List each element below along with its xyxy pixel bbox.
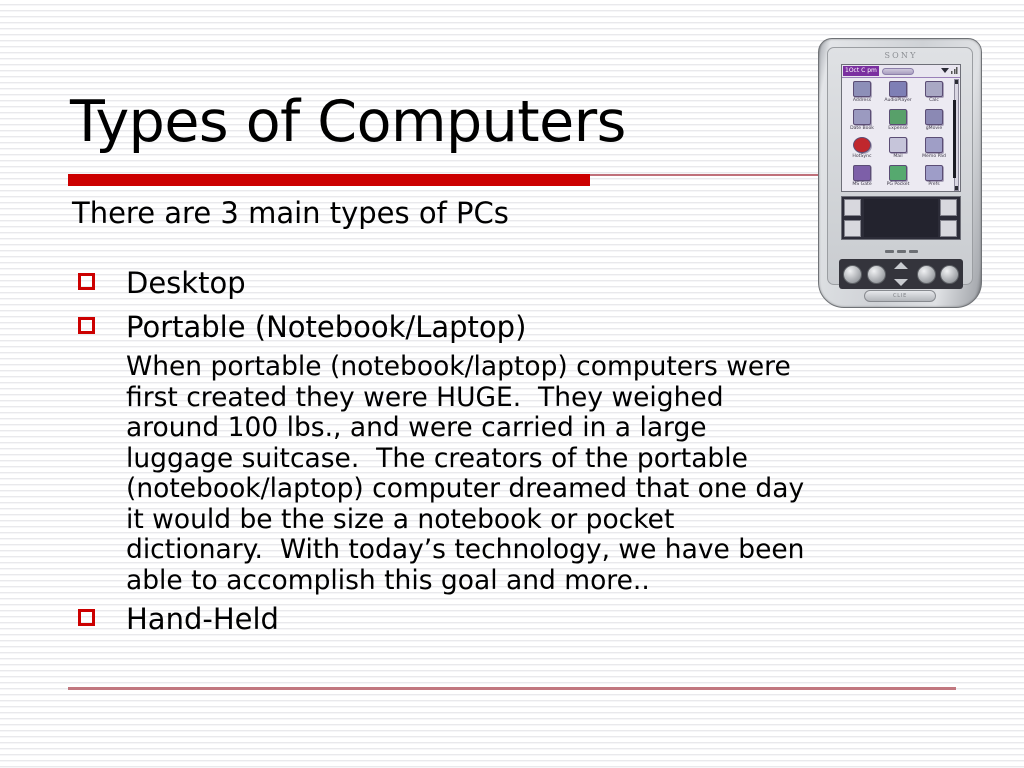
title-accent-bar (68, 174, 590, 186)
pda-app-audioplayer: AudioPlayer (880, 81, 916, 109)
find-icon (940, 220, 957, 237)
calculator-icon (925, 81, 943, 97)
speaker-slot (908, 249, 918, 253)
body-paragraph: When portable (notebook/laptop) computer… (126, 351, 948, 596)
expense-icon (889, 109, 907, 125)
menu-icon (844, 220, 861, 237)
speaker-slot (884, 249, 894, 253)
pda-app-label: Calc (929, 98, 939, 103)
pda-app-label: HotSync (852, 154, 872, 159)
paragraph-line: it would be the size a notebook or pocke… (126, 503, 675, 535)
scroll-navigation-button (890, 262, 912, 286)
preferences-icon (925, 165, 943, 181)
pda-app-expense: Expense (880, 109, 916, 137)
pda-speaker-grille (841, 244, 961, 258)
calculator-shortcut-icon (940, 199, 957, 216)
pda-scrollbar (953, 79, 959, 191)
picture-gear-icon (889, 165, 907, 181)
paragraph-line: (notebook/laptop) computer dreamed that … (126, 473, 805, 504)
paragraph-line: When portable (notebook/laptop) computer… (126, 351, 791, 382)
pda-app-label: Expense (888, 126, 908, 131)
pda-clock-label: 1Oct C pm (843, 66, 879, 76)
todo-hard-button (916, 264, 936, 284)
pda-status-icons (941, 67, 958, 74)
list-item-label: Desktop (126, 266, 246, 300)
chevron-down-icon (894, 279, 908, 286)
address-hard-button (866, 264, 886, 284)
pda-hardware-buttons (839, 259, 963, 289)
paragraph-line: first created they were HUGE. They weigh… (126, 381, 724, 413)
list-item-label: Hand-Held (126, 602, 279, 636)
square-bullet-icon (78, 273, 95, 290)
pda-app-pgpocket: PG Pocket (880, 165, 916, 191)
calendar-icon (853, 109, 871, 125)
pda-graffiti-right-icons (938, 197, 960, 239)
slide-body: Desktop Portable (Notebook/Laptop) When … (70, 262, 950, 642)
square-bullet-icon (78, 317, 95, 334)
pda-app-label: Mail (893, 154, 903, 159)
address-book-icon (853, 81, 871, 97)
pda-graffiti-area (841, 196, 961, 240)
pda-app-label: Prefs (928, 182, 940, 187)
list-item-label: Portable (Notebook/Laptop) (126, 310, 527, 344)
pda-app-label: Date Book (850, 126, 874, 131)
pda-graffiti-left-icons (842, 197, 864, 239)
footer-rule (68, 687, 956, 690)
memory-stick-icon (853, 165, 871, 181)
pda-app-label: Memo Pad (922, 154, 946, 159)
pda-brand-logo: SONY (884, 51, 918, 60)
pda-app-calc: Calc (916, 81, 952, 109)
pda-app-memopad: Memo Pad (916, 137, 952, 165)
paragraph-line: dictionary. With today’s technology, we … (126, 534, 805, 565)
pda-app-prefs: Prefs (916, 165, 952, 191)
pda-status-bar: 1Oct C pm (842, 65, 960, 78)
pda-screen: 1Oct C pm Address AudioPlayer Calc Date … (841, 64, 961, 192)
slide-subtitle: There are 3 main types of PCs (72, 196, 509, 230)
hotsync-icon (853, 137, 871, 153)
paragraph-line: luggage suitcase. The creators of the po… (126, 442, 748, 474)
audio-player-icon (889, 81, 907, 97)
pda-progress-bar (881, 67, 914, 75)
memo-hard-button (940, 264, 959, 284)
pda-app-mail: Mail (880, 137, 916, 165)
pda-front-panel: SONY 1Oct C pm Address AudioPlayer Calc … (827, 47, 973, 289)
chevron-down-icon (941, 68, 949, 73)
page-title: Types of Computers (70, 89, 626, 155)
movie-icon (925, 109, 943, 125)
mail-icon (889, 137, 907, 153)
pda-model-label: CLIE (892, 293, 908, 299)
pda-app-hotsync: HotSync (844, 137, 880, 165)
pda-app-gmovie: gMovie (916, 109, 952, 137)
pda-scrollbar-thumb (953, 100, 956, 178)
datebook-hard-button (843, 264, 862, 284)
pda-app-label: MS Gate (852, 182, 872, 187)
applications-icon (844, 199, 861, 216)
pda-bottom-badge: CLIE (864, 290, 936, 302)
square-bullet-icon (78, 609, 95, 626)
handheld-pda-image: SONY 1Oct C pm Address AudioPlayer Calc … (818, 38, 982, 308)
pda-app-label: gMovie (925, 126, 943, 131)
signal-icon (951, 67, 958, 74)
pda-app-label: AudioPlayer (884, 98, 912, 103)
chevron-up-icon (894, 262, 908, 269)
memo-pad-icon (925, 137, 943, 153)
pda-app-label: Address (852, 98, 872, 103)
speaker-slot (896, 249, 906, 253)
pda-app-address: Address (844, 81, 880, 109)
list-item: Hand-Held (70, 598, 950, 642)
pda-app-datebook: Date Book (844, 109, 880, 137)
paragraph-line: able to accomplish this goal and more.. (126, 564, 650, 596)
pda-app-msgate: MS Gate (844, 165, 880, 191)
pda-app-grid: Address AudioPlayer Calc Date Book Expen… (842, 78, 954, 191)
list-item: Portable (Notebook/Laptop) (70, 306, 950, 350)
paragraph-line: around 100 lbs., and were carried in a l… (126, 412, 707, 443)
pda-app-label: PG Pocket (886, 182, 910, 187)
presentation-slide: Types of Computers There are 3 main type… (0, 0, 1024, 768)
pda-writing-area (864, 199, 938, 237)
